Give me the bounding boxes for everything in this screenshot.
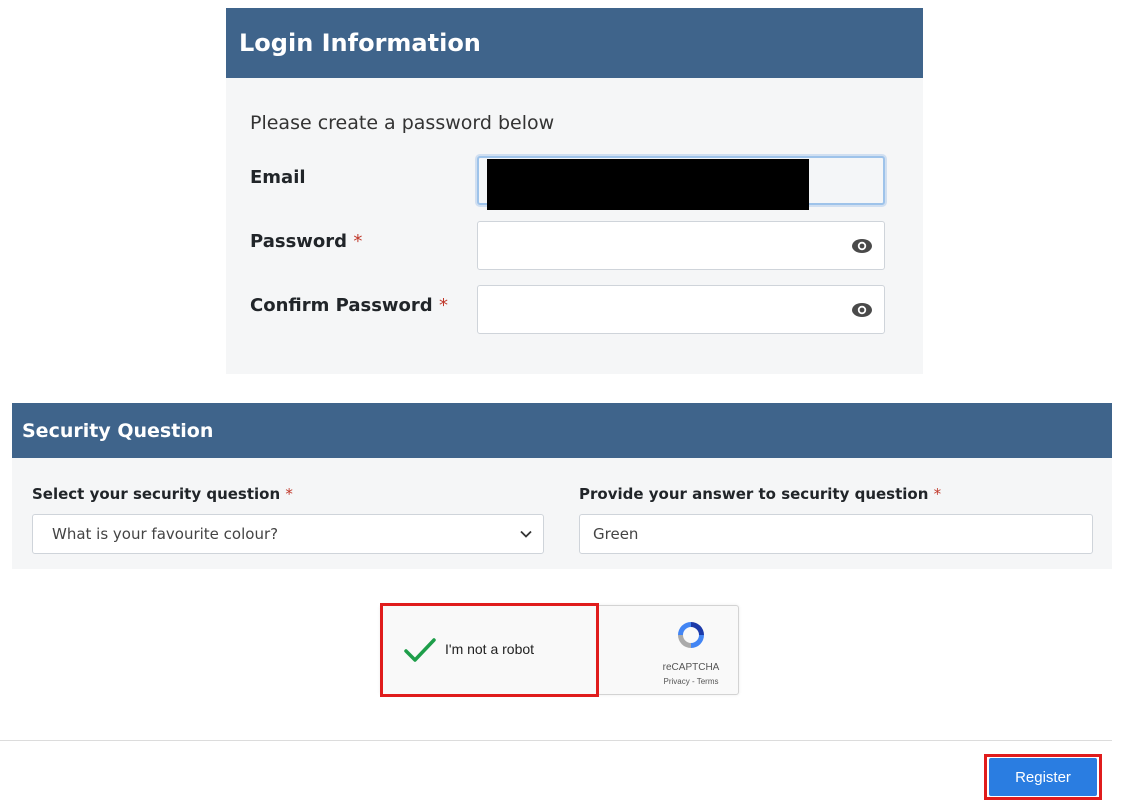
- security-question-card: Security Question Select your security q…: [12, 403, 1112, 569]
- required-marker: *: [285, 485, 293, 503]
- recaptcha-brand: reCAPTCHA: [662, 662, 720, 673]
- registration-page: Login Information Please create a passwo…: [0, 0, 1127, 808]
- login-information-card: Login Information Please create a passwo…: [226, 8, 923, 374]
- security-answer-label: Provide your answer to security question…: [579, 485, 941, 503]
- login-information-title: Login Information: [239, 29, 481, 57]
- captcha-highlight-box: [380, 603, 599, 697]
- selected-question: What is your favourite colour?: [52, 525, 279, 543]
- footer-divider: [0, 740, 1112, 741]
- recaptcha-privacy-terms[interactable]: Privacy - Terms: [641, 677, 741, 686]
- security-answer-label-text: Provide your answer to security question: [579, 485, 929, 503]
- email-label-text: Email: [250, 167, 306, 188]
- security-answer-value: Green: [593, 525, 639, 543]
- password-label-text: Password: [250, 231, 348, 252]
- password-instructions: Please create a password below: [250, 112, 555, 134]
- security-answer-input[interactable]: Green: [579, 514, 1093, 554]
- security-question-select[interactable]: What is your favourite colour?: [32, 514, 544, 554]
- confirm-password-field[interactable]: [477, 285, 885, 334]
- security-question-label-text: Select your security question: [32, 485, 281, 503]
- eye-icon[interactable]: [850, 235, 874, 257]
- password-field[interactable]: [477, 221, 885, 270]
- password-label: Password *: [250, 222, 362, 262]
- confirm-password-label: Confirm Password *: [250, 286, 450, 326]
- required-marker: *: [353, 231, 363, 252]
- eye-icon[interactable]: [850, 299, 874, 321]
- chevron-down-icon: [520, 530, 532, 538]
- required-marker: *: [438, 295, 448, 316]
- email-field[interactable]: [477, 156, 885, 210]
- login-information-header: Login Information: [226, 8, 923, 78]
- register-highlight-box: [984, 754, 1102, 800]
- email-value-redacted: [487, 159, 809, 210]
- required-marker: *: [933, 485, 942, 503]
- security-question-header: Security Question: [12, 403, 1112, 458]
- email-label: Email: [250, 158, 306, 198]
- recaptcha-logo-icon: [678, 622, 704, 648]
- security-question-label: Select your security question *: [32, 485, 293, 503]
- confirm-password-label-text: Confirm Password: [250, 295, 433, 316]
- security-question-title: Security Question: [22, 419, 214, 442]
